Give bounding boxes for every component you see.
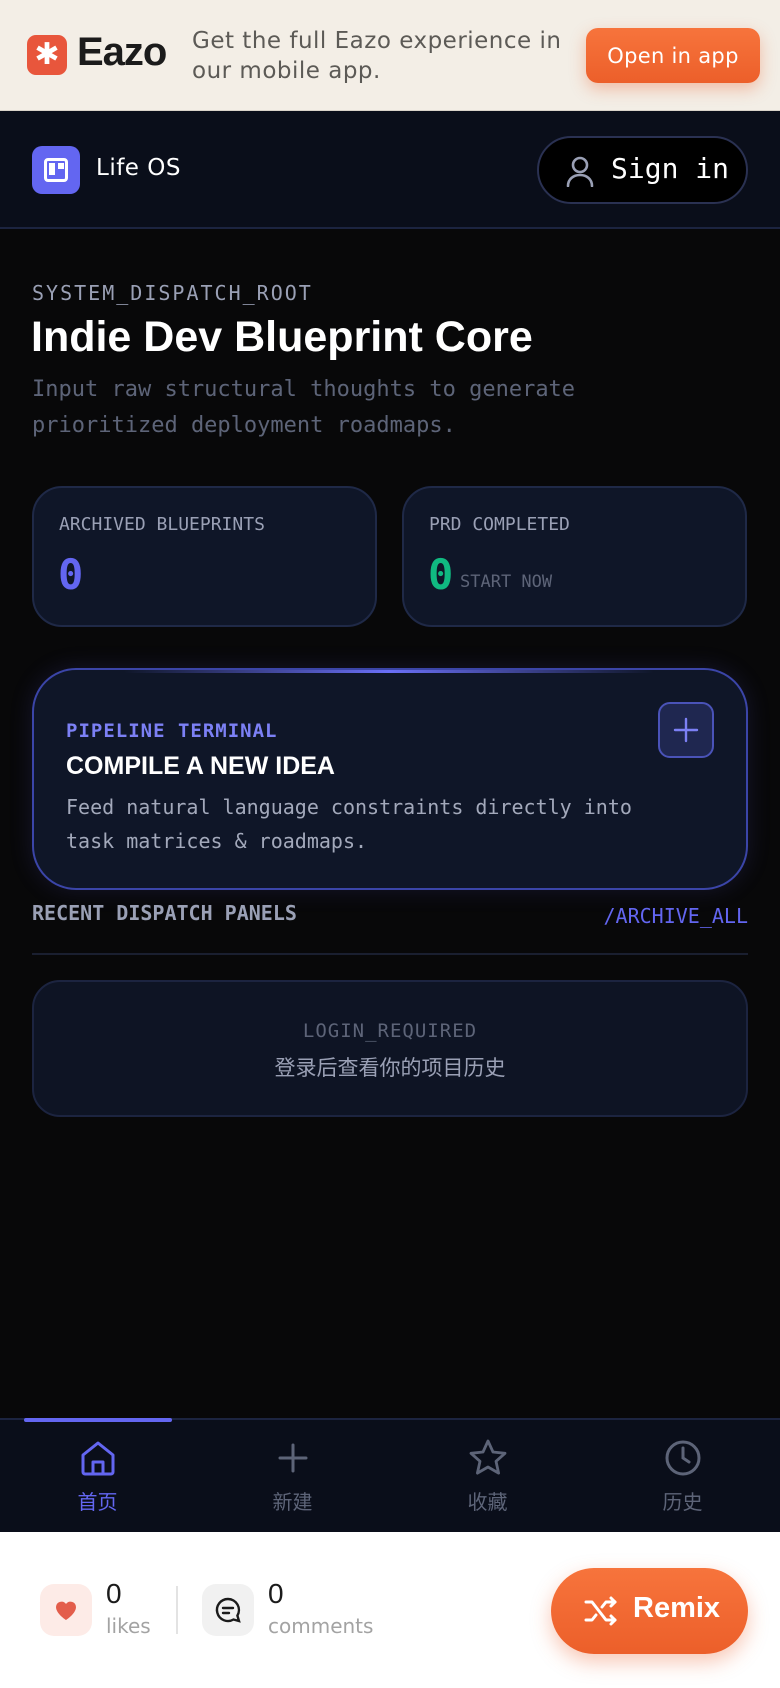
user-icon bbox=[566, 156, 594, 187]
comment-button[interactable] bbox=[202, 1584, 254, 1636]
heart-icon bbox=[56, 1601, 76, 1620]
active-tab-indicator bbox=[24, 1418, 172, 1422]
tab-favorites[interactable]: 收藏 bbox=[390, 1434, 585, 1524]
login-required-code: LOGIN_REQUIRED bbox=[302, 1020, 478, 1042]
tab-label: 新建 bbox=[272, 1490, 313, 1514]
comment-icon bbox=[215, 1597, 241, 1623]
page-subtitle: Input raw structural thoughts to generat… bbox=[32, 377, 576, 438]
pipeline-terminal-card[interactable]: PIPELINE TERMINAL COMPILE A NEW IDEA Fee… bbox=[32, 668, 748, 890]
likes-count: 0 bbox=[106, 1578, 122, 1609]
pipeline-description: Feed natural language constraints direct… bbox=[66, 795, 632, 853]
tab-label: 收藏 bbox=[467, 1490, 508, 1514]
promo-tagline: Get the full Eazo experience in our mobi… bbox=[192, 28, 562, 84]
tab-home[interactable]: 首页 bbox=[0, 1434, 195, 1524]
plus-icon bbox=[278, 1443, 307, 1473]
clock-icon bbox=[665, 1440, 700, 1476]
add-idea-button[interactable] bbox=[658, 702, 714, 758]
tab-new[interactable]: 新建 bbox=[195, 1434, 390, 1524]
pipeline-kicker: PIPELINE TERMINAL bbox=[66, 720, 278, 742]
footer-separator bbox=[176, 1586, 178, 1634]
stat-caption: PRD COMPLETED bbox=[429, 514, 570, 535]
stat-value: 0 bbox=[58, 550, 84, 599]
likes-label: likes bbox=[106, 1614, 151, 1638]
comments-label: comments bbox=[268, 1614, 374, 1638]
section-divider bbox=[32, 953, 748, 955]
recent-panels-heading: RECENT DISPATCH PANELS bbox=[32, 901, 297, 925]
tab-label: 历史 bbox=[662, 1490, 703, 1514]
open-in-app-button[interactable]: Open in app bbox=[586, 28, 760, 83]
star-icon bbox=[469, 1439, 506, 1475]
archive-all-link[interactable]: /ARCHIVE_ALL bbox=[604, 904, 749, 928]
plus-icon bbox=[673, 717, 699, 743]
stat-value: 0 bbox=[428, 550, 454, 599]
start-now-hint: START NOW bbox=[460, 572, 553, 592]
sign-in-label: Sign in bbox=[611, 152, 730, 185]
tab-history[interactable]: 历史 bbox=[585, 1434, 780, 1524]
stat-caption: ARCHIVED BLUEPRINTS bbox=[59, 514, 265, 535]
login-required-card: LOGIN_REQUIRED 登录后查看你的项目历史 bbox=[32, 980, 748, 1117]
page-title: Indie Dev Blueprint Core bbox=[31, 313, 533, 361]
shuffle-icon bbox=[584, 1596, 617, 1626]
remix-button[interactable]: Remix bbox=[551, 1568, 748, 1654]
login-required-message: 登录后查看你的项目历史 bbox=[274, 1056, 506, 1080]
remix-label: Remix bbox=[633, 1592, 721, 1624]
eazo-brand-name: Eazo bbox=[77, 30, 167, 74]
system-label: SYSTEM_DISPATCH_ROOT bbox=[32, 281, 313, 305]
promo-banner: ✱ Eazo Get the full Eazo experience in o… bbox=[0, 0, 780, 111]
like-button[interactable] bbox=[40, 1584, 92, 1636]
comments-count: 0 bbox=[268, 1578, 284, 1609]
eazo-logo-icon: ✱ bbox=[27, 35, 67, 75]
card-glow bbox=[124, 670, 654, 673]
app-logo-icon bbox=[32, 146, 80, 194]
stat-card-archived: ARCHIVED BLUEPRINTS 0 bbox=[32, 486, 377, 627]
sign-in-button[interactable]: Sign in bbox=[537, 136, 748, 204]
stat-card-prd-completed[interactable]: PRD COMPLETED 0 START NOW bbox=[402, 486, 747, 627]
app-name: Life OS bbox=[96, 155, 181, 181]
pipeline-heading: COMPILE A NEW IDEA bbox=[66, 752, 335, 780]
home-icon bbox=[81, 1441, 114, 1476]
tab-label: 首页 bbox=[77, 1490, 118, 1514]
